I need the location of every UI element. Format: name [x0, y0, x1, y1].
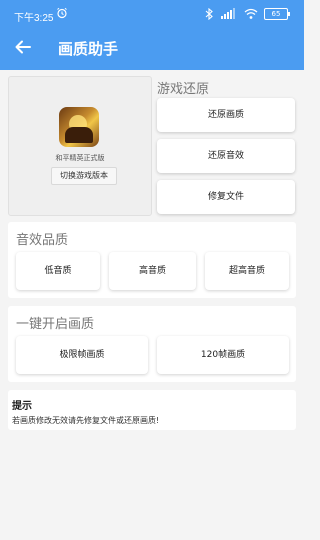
tip-text: 若画质修改无效请先修复文件或还原画质!	[12, 416, 160, 425]
high-quality-audio-button[interactable]: 高音质	[109, 252, 196, 290]
switch-game-version-button[interactable]: 切换游戏版本	[51, 167, 117, 185]
bluetooth-icon	[205, 8, 213, 20]
game-card: 和平精英正式版 切换游戏版本	[8, 76, 152, 216]
game-app-icon[interactable]	[59, 107, 99, 147]
alarm-clock-icon	[57, 7, 67, 19]
page-title: 画质助手	[58, 40, 119, 58]
battery-icon: 65	[264, 8, 290, 20]
restore-quality-button[interactable]: 还原画质	[157, 98, 295, 132]
status-time: 下午3:25	[14, 13, 54, 24]
tip-title: 提示	[12, 401, 32, 412]
back-arrow-icon[interactable]	[12, 36, 34, 58]
wifi-icon	[244, 8, 258, 19]
signal-icon	[221, 8, 235, 19]
status-bar: 下午3:25 65	[0, 0, 304, 30]
graphics-section-title: 一键开启画质	[16, 317, 95, 332]
app-bar: 画质助手	[0, 30, 304, 66]
ultra-quality-audio-button[interactable]: 超高音质	[205, 252, 289, 290]
extreme-fps-quality-button[interactable]: 极限帧画质	[16, 336, 148, 374]
sound-section-title: 音效品质	[16, 233, 69, 248]
repair-files-button[interactable]: 修复文件	[157, 180, 295, 214]
restore-section-title: 游戏还原	[157, 82, 210, 97]
status-icons: 65	[204, 7, 290, 21]
restore-sound-button[interactable]: 还原音效	[157, 139, 295, 173]
120fps-quality-button[interactable]: 120帧画质	[157, 336, 289, 374]
game-name: 和平精英正式版	[55, 154, 105, 162]
app-header: 下午3:25 65 画质助手	[0, 0, 304, 70]
low-quality-audio-button[interactable]: 低音质	[16, 252, 100, 290]
